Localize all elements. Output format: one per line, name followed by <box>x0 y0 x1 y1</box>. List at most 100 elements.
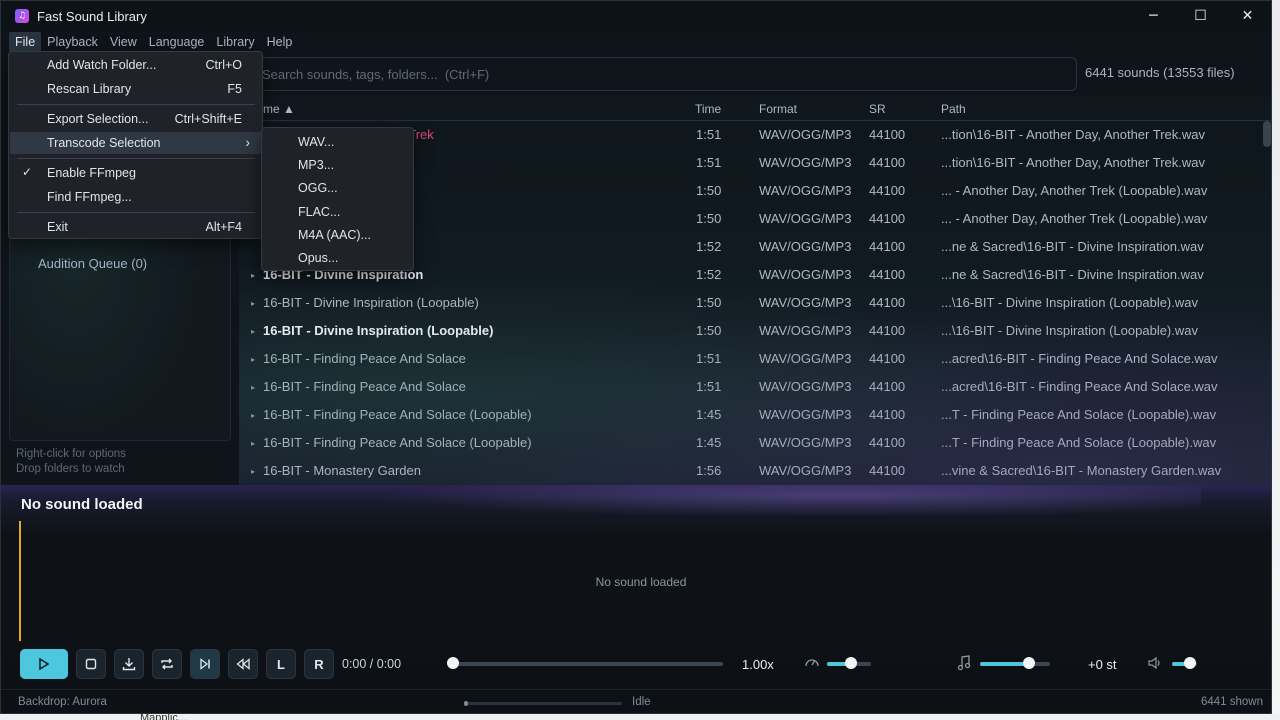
row-expand-caret[interactable]: ▸ <box>251 327 255 336</box>
table-row[interactable]: ▸ 16-BIT - Divine Inspiration (Loopable) 1… <box>239 317 1263 345</box>
row-format: WAV/OGG/MP3 <box>759 211 852 226</box>
menu-item-exit[interactable]: Exit Alt+F4 <box>10 216 262 238</box>
player-panel: No sound loaded No sound loaded L R 0:00… <box>1 485 1271 713</box>
row-format: WAV/OGG/MP3 <box>759 351 852 366</box>
menu-language[interactable]: Language <box>143 32 211 52</box>
menu-item-label: Export Selection... <box>47 112 149 126</box>
menu-item-label: Enable FFmpeg <box>47 166 136 180</box>
row-format: WAV/OGG/MP3 <box>759 407 852 422</box>
row-path: ...acred\16-BIT - Finding Peace And Sola… <box>941 351 1218 366</box>
row-time: 1:52 <box>696 239 722 254</box>
row-time: 1:51 <box>696 127 722 142</box>
skip-next-button[interactable] <box>190 649 220 679</box>
menu-playback[interactable]: Playback <box>41 32 104 52</box>
menu-library[interactable]: Library <box>210 32 260 52</box>
menu-view[interactable]: View <box>104 32 143 52</box>
row-format: WAV/OGG/MP3 <box>759 239 852 254</box>
chevron-right-icon: › <box>245 134 250 150</box>
menu-item-enable-ffmpeg[interactable]: ✓ Enable FFmpeg <box>10 162 262 184</box>
window-title: Fast Sound Library <box>37 8 147 24</box>
column-header-time[interactable]: Time <box>695 102 721 116</box>
row-expand-caret[interactable]: ▸ <box>251 411 255 420</box>
table-row[interactable]: ▸ 16-BIT - Finding Peace And Solace (Loop… <box>239 429 1263 457</box>
transcode-opus[interactable]: Opus... <box>298 251 338 265</box>
backdrop-label: Backdrop: Aurora <box>18 696 107 708</box>
row-expand-caret[interactable]: ▸ <box>251 383 255 392</box>
row-expand-caret[interactable]: ▸ <box>251 467 255 476</box>
menu-help[interactable]: Help <box>261 32 299 52</box>
row-sample-rate: 44100 <box>869 239 906 254</box>
column-header-name[interactable]: me ▲ <box>263 102 295 116</box>
menu-item-shortcut: Alt+F4 <box>205 220 242 234</box>
menu-item-rescan-library[interactable]: Rescan Library F5 <box>10 78 262 100</box>
download-button[interactable] <box>114 649 144 679</box>
transcode-wav[interactable]: WAV... <box>298 135 334 149</box>
row-time: 1:51 <box>696 155 722 170</box>
row-format: WAV/OGG/MP3 <box>759 127 852 142</box>
minimize-button[interactable]: ─ <box>1130 1 1177 31</box>
transport-controls: L R 0:00 / 0:00 1.00x +0 st <box>1 649 1271 679</box>
row-format: WAV/OGG/MP3 <box>759 323 852 338</box>
transcode-ogg[interactable]: OGG... <box>298 181 338 195</box>
pitch-slider-knob[interactable] <box>1023 657 1035 669</box>
row-time: 1:50 <box>696 323 722 338</box>
stop-button[interactable] <box>76 649 106 679</box>
table-row[interactable]: ▸ 16-BIT - Divine Inspiration (Loopable) 1… <box>239 289 1263 317</box>
sound-count: 6441 sounds (13553 files) <box>1085 65 1235 80</box>
menu-item-label: Add Watch Folder... <box>47 58 157 72</box>
seek-slider-track[interactable] <box>453 662 723 666</box>
row-time: 1:51 <box>696 379 722 394</box>
waveform-area[interactable]: No sound loaded <box>19 521 1261 641</box>
status-state: Idle <box>632 696 651 708</box>
table-row[interactable]: ▸ 16-BIT - Finding Peace And Solace 1:51 WA… <box>239 373 1263 401</box>
table-row[interactable]: ▸ 16-BIT - Monastery Garden 1:56 WAV/OGG/MP… <box>239 457 1263 485</box>
menu-item-label: Find FFmpeg... <box>47 190 132 204</box>
row-name: 16-BIT - Finding Peace And Solace <box>263 379 466 394</box>
column-header-path[interactable]: Path <box>941 102 966 116</box>
menu-item-find-ffmpeg[interactable]: Find FFmpeg... <box>10 186 262 208</box>
transcode-flac[interactable]: FLAC... <box>298 205 340 219</box>
column-header-sr[interactable]: SR <box>869 102 886 116</box>
rewind-button[interactable] <box>228 649 258 679</box>
row-expand-caret[interactable]: ▸ <box>251 271 255 280</box>
sidebar-item-audition-queue[interactable]: Audition Queue (0) <box>38 256 147 271</box>
sidebar-hint-drop: Drop folders to watch <box>16 463 125 475</box>
row-expand-caret[interactable]: ▸ <box>251 355 255 364</box>
menu-file[interactable]: File <box>9 32 42 52</box>
row-path: ...T - Finding Peace And Solace (Loopabl… <box>941 435 1217 450</box>
column-header-format[interactable]: Format <box>759 102 797 116</box>
loop-end-button[interactable]: R <box>304 649 334 679</box>
row-expand-caret[interactable]: ▸ <box>251 299 255 308</box>
table-row[interactable]: ▸ 16-BIT - Finding Peace And Solace 1:51 WA… <box>239 345 1263 373</box>
table-scrollbar[interactable] <box>1263 121 1271 147</box>
row-sample-rate: 44100 <box>869 351 906 366</box>
row-time: 1:50 <box>696 295 722 310</box>
menu-item-export-selection[interactable]: Export Selection... Ctrl+Shift+E <box>10 108 262 130</box>
menu-bar: File Playback View Language Library Help <box>1 31 1271 53</box>
row-sample-rate: 44100 <box>869 295 906 310</box>
menu-item-transcode-selection[interactable]: Transcode Selection › <box>10 132 262 154</box>
music-note-icon <box>957 655 971 675</box>
speed-gauge-icon <box>804 655 820 675</box>
repeat-button[interactable] <box>152 649 182 679</box>
row-sample-rate: 44100 <box>869 463 906 478</box>
play-button[interactable] <box>20 649 68 679</box>
maximize-button[interactable]: ☐ <box>1177 1 1224 31</box>
speed-slider-knob[interactable] <box>845 657 858 669</box>
table-row[interactable]: ▸ 16-BIT - Finding Peace And Solace (Loop… <box>239 401 1263 429</box>
seek-slider-knob[interactable] <box>447 657 459 669</box>
now-playing-title: No sound loaded <box>21 496 143 513</box>
transcode-mp3[interactable]: MP3... <box>298 158 334 172</box>
loop-start-button[interactable]: L <box>266 649 296 679</box>
row-path: ...\16-BIT - Divine Inspiration (Loopabl… <box>941 323 1198 338</box>
position-readout: 0:00 / 0:00 <box>342 657 402 671</box>
volume-slider-knob[interactable] <box>1184 657 1196 669</box>
menu-item-add-watch-folder[interactable]: Add Watch Folder... Ctrl+O <box>10 54 262 76</box>
window-controls: ─ ☐ ✕ <box>1130 1 1271 31</box>
row-expand-caret[interactable]: ▸ <box>251 439 255 448</box>
transcode-m4a[interactable]: M4A (AAC)... <box>298 228 371 242</box>
row-time: 1:56 <box>696 463 722 478</box>
close-button[interactable]: ✕ <box>1224 1 1271 31</box>
search-input[interactable] <box>252 58 1076 90</box>
row-name: 16-BIT - Finding Peace And Solace (Loopa… <box>263 435 532 450</box>
